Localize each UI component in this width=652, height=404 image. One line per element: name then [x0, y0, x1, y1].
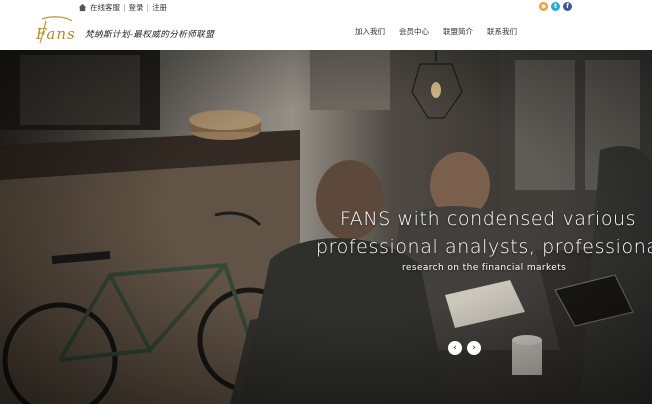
site-slogan: 梵纳斯计划-最权威的分析师联盟	[85, 30, 215, 40]
logo-text: Fans	[36, 25, 76, 43]
social-links: ◉ t f	[539, 2, 572, 11]
nav-join-us[interactable]: 加入我们	[348, 26, 392, 38]
separator: |	[123, 2, 126, 12]
home-icon	[78, 3, 87, 11]
chevron-left-icon: ‹	[453, 343, 457, 353]
hero-title: FANS with condensed various professional…	[316, 205, 652, 261]
chevron-right-icon: ›	[472, 343, 476, 353]
login-link[interactable]: 登录	[129, 2, 144, 13]
main-nav: 加入我们 会员中心 联盟简介 联系我们	[348, 26, 524, 38]
logo[interactable]: Fans 梵纳斯计划-最权威的分析师联盟	[36, 15, 246, 49]
separator: |	[146, 2, 150, 12]
hero-slider: FANS with condensed various professional…	[0, 50, 652, 404]
nav-contact[interactable]: 联系我们	[480, 26, 524, 38]
twitter-icon[interactable]: t	[551, 2, 560, 11]
nav-about[interactable]: 联盟简介	[436, 26, 480, 38]
slider-prev-button[interactable]: ‹	[448, 341, 462, 355]
facebook-icon[interactable]: f	[563, 2, 572, 11]
nav-member-center[interactable]: 会员中心	[392, 26, 436, 38]
slider-next-button[interactable]: ›	[467, 341, 481, 355]
site-header: Fans 梵纳斯计划-最权威的分析师联盟 加入我们 会员中心 联盟简介 联系我们	[0, 13, 652, 50]
rss-icon[interactable]: ◉	[539, 2, 548, 11]
top-links: 在线客服 | 登录 | 注册	[78, 1, 167, 13]
hero-subtitle: research on the financial markets	[402, 263, 567, 273]
online-service-link[interactable]: 在线客服	[90, 2, 120, 13]
hero-title-line1: FANS with condensed various	[340, 208, 637, 230]
top-bar: 在线客服 | 登录 | 注册 ◉ t f	[0, 0, 652, 13]
register-link[interactable]: 注册	[152, 2, 167, 13]
hero-title-line2: professional analysts, professiona	[316, 236, 652, 258]
